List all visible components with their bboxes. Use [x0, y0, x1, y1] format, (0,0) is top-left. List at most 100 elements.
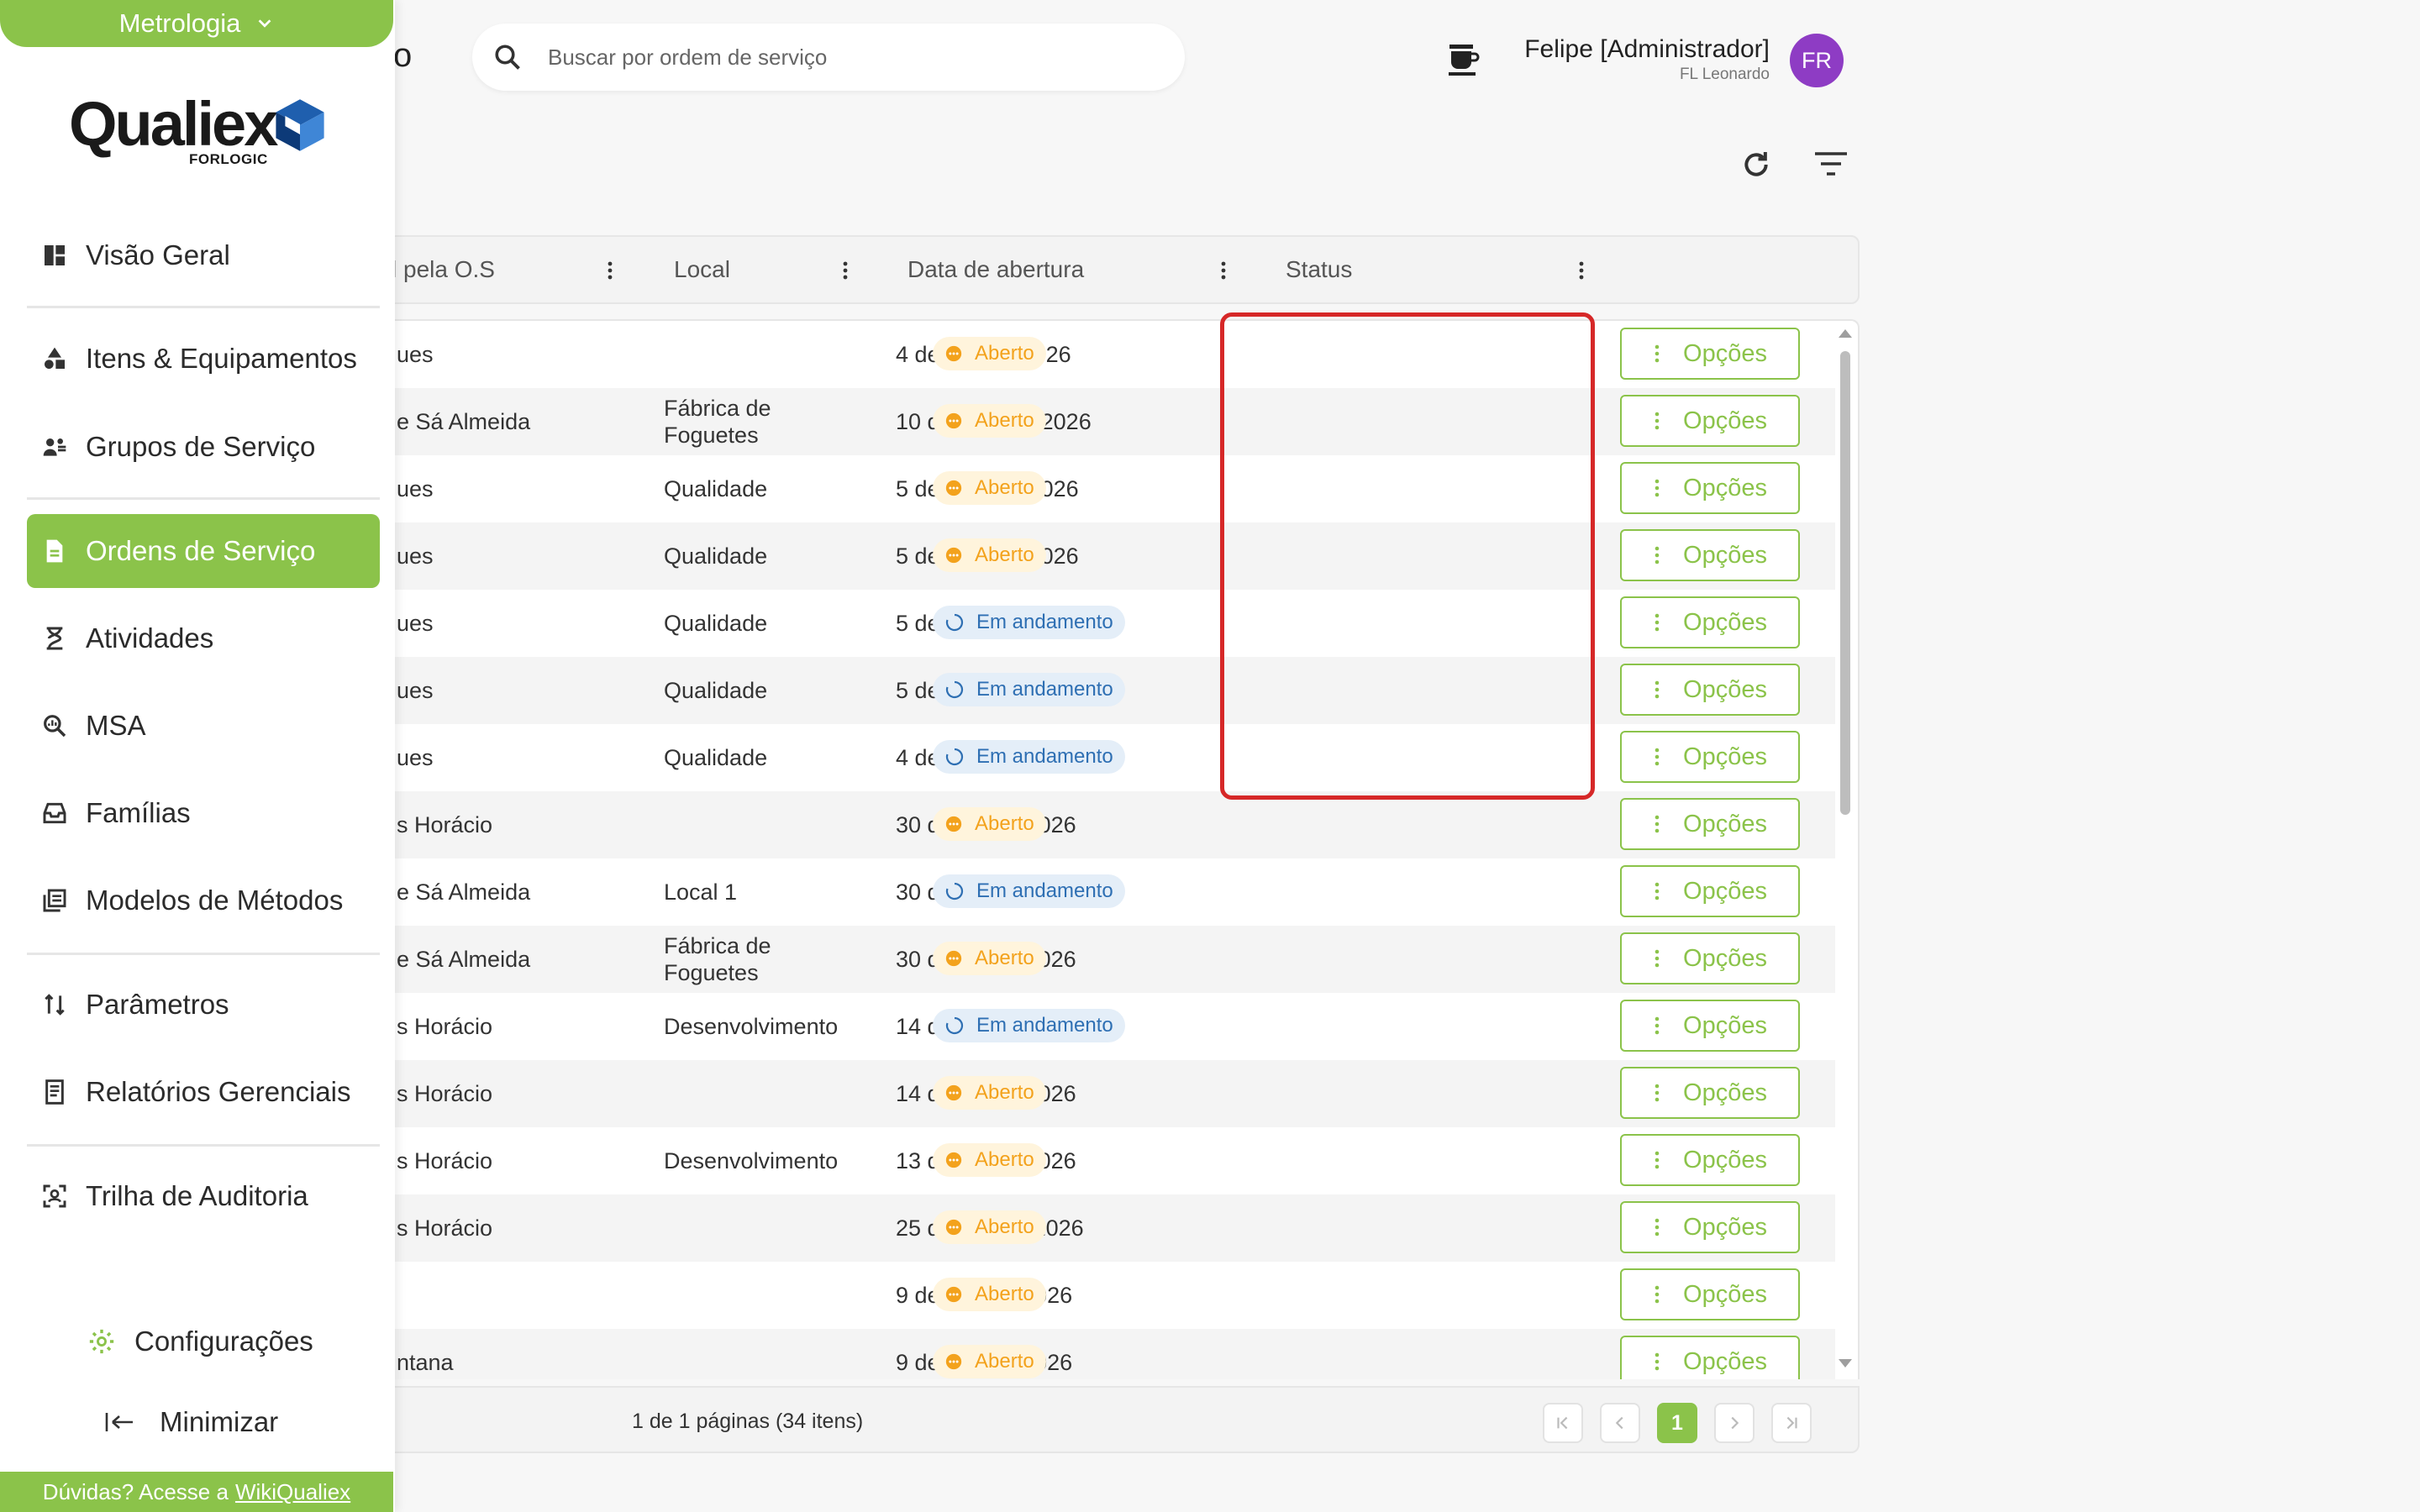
refresh-icon[interactable]	[1739, 148, 1773, 181]
sidebar-item-parametros[interactable]: Parâmetros	[27, 968, 380, 1042]
filter-icon[interactable]	[1813, 151, 1849, 176]
cell-responsavel: e Sá Almeida	[397, 879, 531, 905]
status-label: Aberto	[975, 476, 1034, 499]
options-label: Opções	[1683, 944, 1767, 972]
options-label: Opções	[1683, 675, 1767, 703]
table-row[interactable]: 9 de abr. de 2026AbertoOpções	[371, 1262, 1835, 1329]
options-button[interactable]: Opções	[1620, 529, 1800, 581]
status-badge: Aberto	[933, 942, 1046, 975]
cell-responsavel: e Sá Almeida	[397, 409, 531, 434]
search-input[interactable]	[548, 44, 1086, 71]
settings-button[interactable]: Configurações	[87, 1326, 313, 1357]
column-menu-icon[interactable]	[840, 260, 850, 281]
table-row[interactable]: s Horácio30 de jul. de 2026AbertoOpções	[371, 791, 1835, 858]
options-button[interactable]: Opções	[1620, 932, 1800, 984]
options-button[interactable]: Opções	[1620, 395, 1800, 447]
table-row[interactable]: s Horácio14 de jul. de 2026AbertoOpções	[371, 1060, 1835, 1127]
options-button[interactable]: Opções	[1620, 596, 1800, 648]
column-header-local[interactable]: Local	[674, 237, 730, 302]
sidebar-item-visao-geral[interactable]: Visão Geral	[27, 218, 380, 292]
status-badge: Aberto	[933, 471, 1046, 505]
options-button[interactable]: Opções	[1620, 865, 1800, 917]
sidebar-item-modelos-de-metodos[interactable]: Modelos de Métodos	[27, 864, 380, 937]
options-button[interactable]: Opções	[1620, 731, 1800, 783]
scrollbar[interactable]	[1833, 323, 1857, 1378]
table-row[interactable]: e Sá AlmeidaFábrica de Foguetes10 de ago…	[371, 388, 1835, 455]
kebab-menu-icon	[1653, 478, 1661, 498]
status-label: Aberto	[975, 543, 1034, 566]
table-row[interactable]: s HorácioDesenvolvimento14 de jul. de 20…	[371, 993, 1835, 1060]
status-open-icon	[944, 1352, 963, 1371]
sidebar-item-trilha-de-auditoria[interactable]: Trilha de Auditoria	[27, 1159, 380, 1233]
status-open-icon	[944, 1218, 963, 1236]
options-button[interactable]: Opções	[1620, 1268, 1800, 1320]
options-button[interactable]: Opções	[1620, 1067, 1800, 1119]
sidebar-item-itens-equipamentos[interactable]: Itens & Equipamentos	[27, 322, 380, 396]
sidebar-item-familias[interactable]: Famílias	[27, 776, 380, 850]
wiki-link[interactable]: WikiQualiex	[235, 1479, 350, 1505]
options-label: Opções	[1683, 743, 1767, 770]
table-row[interactable]: uesQualidade5 de ago. de 2026AbertoOpçõe…	[371, 522, 1835, 590]
status-label: Em andamento	[976, 1014, 1113, 1037]
options-button[interactable]: Opções	[1620, 664, 1800, 716]
table-row[interactable]: ntana9 de abr. de 2026AbertoOpções	[371, 1329, 1835, 1379]
column-menu-icon[interactable]	[605, 260, 615, 281]
status-label: Aberto	[975, 1148, 1034, 1171]
avatar[interactable]: FR	[1790, 34, 1844, 87]
table-row[interactable]: uesQualidade5 de ago. de 2026Em andament…	[371, 590, 1835, 657]
table-header: l pela O.S Local Data de abertura Status	[370, 235, 1860, 304]
sidebar-item-grupos-de-servico[interactable]: Grupos de Serviço	[27, 410, 380, 484]
user-info[interactable]: Felipe [Administrador] FL Leonardo	[1524, 35, 1770, 84]
library-icon	[40, 886, 69, 915]
help-bar: Dúvidas? Acesse a WikiQualiex	[0, 1472, 393, 1512]
scroll-down-icon[interactable]	[1838, 1357, 1853, 1369]
logo-subtitle: FORLOGIC	[189, 151, 268, 167]
table-row[interactable]: e Sá AlmeidaFábrica de Foguetes30 de jul…	[371, 926, 1835, 993]
last-page-button[interactable]	[1771, 1403, 1812, 1443]
column-menu-icon[interactable]	[1576, 260, 1586, 281]
options-button[interactable]: Opções	[1620, 328, 1800, 380]
sidebar-item-label: Trilha de Auditoria	[86, 1180, 308, 1211]
options-button[interactable]: Opções	[1620, 1336, 1800, 1379]
kebab-menu-icon	[1653, 411, 1661, 431]
column-menu-icon[interactable]	[1218, 260, 1228, 281]
options-button[interactable]: Opções	[1620, 1134, 1800, 1186]
options-button[interactable]: Opções	[1620, 1000, 1800, 1052]
kebab-menu-icon	[1653, 1217, 1661, 1237]
scrollbar-thumb[interactable]	[1840, 351, 1850, 815]
options-label: Opções	[1683, 1213, 1767, 1241]
table-row[interactable]: uesQualidade5 de ago. de 2026AbertoOpçõe…	[371, 455, 1835, 522]
column-header-data-abertura[interactable]: Data de abertura	[908, 237, 1084, 302]
kebab-menu-icon	[1653, 1150, 1661, 1170]
column-header-status[interactable]: Status	[1286, 237, 1352, 302]
sidebar-item-ordens-de-servico[interactable]: Ordens de Serviço	[27, 514, 380, 588]
options-label: Opções	[1683, 1280, 1767, 1308]
kebab-menu-icon	[1653, 747, 1661, 767]
sort-arrows-icon	[40, 990, 69, 1019]
status-badge: Em andamento	[933, 740, 1125, 774]
sidebar-item-msa[interactable]: MSA	[27, 689, 380, 763]
cell-local: Qualidade	[664, 745, 768, 770]
table-row[interactable]: ues4 de set. de 2026AbertoOpções	[371, 321, 1835, 388]
status-badge: Aberto	[933, 1076, 1046, 1110]
next-page-button[interactable]	[1714, 1403, 1754, 1443]
page-1-button[interactable]: 1	[1657, 1403, 1697, 1443]
options-button[interactable]: Opções	[1620, 462, 1800, 514]
table-row[interactable]: uesQualidade4 de ago. de 2026Em andament…	[371, 724, 1835, 791]
scroll-up-icon[interactable]	[1838, 328, 1853, 339]
table-row[interactable]: s Horácio25 de jun. de 2026AbertoOpções	[371, 1194, 1835, 1262]
table-row[interactable]: s HorácioDesenvolvimento13 de jul. de 20…	[371, 1127, 1835, 1194]
status-progress-icon	[944, 1016, 965, 1036]
coffee-cup-icon[interactable]	[1447, 42, 1481, 77]
column-header-responsavel[interactable]: l pela O.S	[392, 237, 495, 302]
module-selector[interactable]: Metrologia	[0, 0, 393, 47]
sidebar-item-relatorios-gerenciais[interactable]: Relatórios Gerenciais	[27, 1055, 380, 1129]
table-row[interactable]: e Sá AlmeidaLocal 130 de jul. de 2026Em …	[371, 858, 1835, 926]
options-button[interactable]: Opções	[1620, 1201, 1800, 1253]
sidebar-item-atividades[interactable]: Atividades	[27, 601, 380, 675]
table-row[interactable]: uesQualidade5 de ago. de 2026Em andament…	[371, 657, 1835, 724]
first-page-button[interactable]	[1543, 1403, 1583, 1443]
minimize-sidebar-button[interactable]: Minimizar	[104, 1406, 278, 1438]
previous-page-button[interactable]	[1600, 1403, 1640, 1443]
options-button[interactable]: Opções	[1620, 798, 1800, 850]
